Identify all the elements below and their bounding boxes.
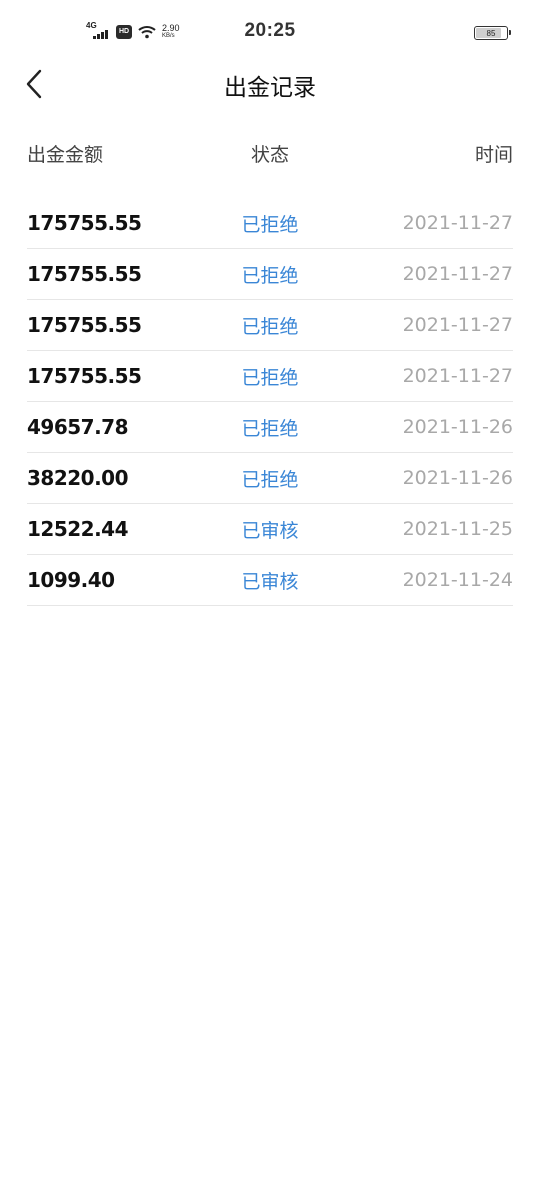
table-row[interactable]: 175755.55 已拒绝 2021-11-27 [27,198,513,249]
table-row[interactable]: 175755.55 已拒绝 2021-11-27 [27,249,513,300]
status-cell: 已拒绝 [241,264,299,287]
date-cell: 2021-11-25 [402,518,513,540]
date-cell: 2021-11-27 [402,365,513,387]
withdrawal-records-table: 出金金额 状态 时间 175755.55 已拒绝 2021-11-27 1757… [27,138,513,606]
column-header-amount: 出金金额 [27,143,104,166]
amount-cell: 175755.55 [27,262,142,286]
amount-cell: 12522.44 [27,517,129,541]
page-title: 出金记录 [224,75,316,101]
table-header: 出金金额 状态 时间 [27,138,513,168]
date-cell: 2021-11-27 [402,263,513,285]
amount-cell: 175755.55 [27,211,142,235]
table-row[interactable]: 175755.55 已拒绝 2021-11-27 [27,300,513,351]
status-cell: 已拒绝 [241,213,299,236]
status-cell: 已审核 [241,570,299,593]
table-row[interactable]: 38220.00 已拒绝 2021-11-26 [27,453,513,504]
date-cell: 2021-11-26 [402,416,513,438]
navigation-bar: 出金记录 [0,58,540,108]
amount-cell: 1099.40 [27,568,115,592]
date-cell: 2021-11-27 [402,212,513,234]
status-cell: 已拒绝 [241,315,299,338]
battery-icon: 85 [474,26,511,40]
status-cell: 已拒绝 [241,366,299,389]
amount-cell: 175755.55 [27,313,142,337]
table-row[interactable]: 49657.78 已拒绝 2021-11-26 [27,402,513,453]
status-cell: 已审核 [241,519,299,542]
table-row[interactable]: 1099.40 已审核 2021-11-24 [27,555,513,606]
column-header-time: 时间 [474,143,513,166]
column-header-status: 状态 [250,143,289,166]
table-row[interactable]: 12522.44 已审核 2021-11-25 [27,504,513,555]
date-cell: 2021-11-26 [402,467,513,489]
status-bar: 4G HD 2.90 KB/s 20:25 85 [0,0,540,64]
amount-cell: 49657.78 [27,415,129,439]
date-cell: 2021-11-24 [402,569,513,591]
status-cell: 已拒绝 [241,468,299,491]
date-cell: 2021-11-27 [402,314,513,336]
clock: 20:25 [244,20,296,41]
status-cell: 已拒绝 [241,417,299,440]
amount-cell: 175755.55 [27,364,142,388]
amount-cell: 38220.00 [27,466,129,490]
battery-level: 85 [486,28,496,38]
table-body: 175755.55 已拒绝 2021-11-27 175755.55 已拒绝 2… [27,198,513,606]
table-row[interactable]: 175755.55 已拒绝 2021-11-27 [27,351,513,402]
